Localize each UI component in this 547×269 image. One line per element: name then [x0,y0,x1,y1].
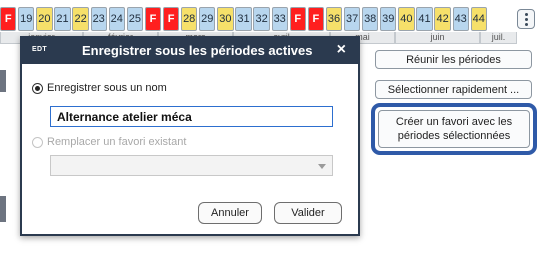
week-cell[interactable]: 43 [452,7,469,31]
week-cell[interactable]: 22 [72,7,89,31]
week-cell[interactable]: 30 [217,7,234,31]
option-save-label: Enregistrer sous un nom [47,82,167,94]
month-label: juin [395,32,480,44]
more-options-button[interactable] [517,9,535,29]
week-cell[interactable]: 32 [253,7,270,31]
week-cell[interactable]: 38 [362,7,379,31]
cancel-button[interactable]: Annuler [198,202,262,224]
option-save-as-name[interactable]: Enregistrer sous un nom [32,82,167,94]
week-cell[interactable]: 20 [36,7,53,31]
week-cell[interactable]: 40 [398,7,415,31]
week-cell[interactable]: F [307,7,325,31]
week-cell[interactable]: 21 [54,7,71,31]
week-cell[interactable]: 19 [18,7,35,31]
week-cell[interactable]: 31 [235,7,252,31]
app-badge: EDT [32,46,47,53]
selection-rapide-button[interactable]: Sélectionner rapidement ... [375,80,532,99]
week-cell[interactable]: F [289,7,306,31]
week-cell[interactable]: 25 [126,7,144,31]
month-label: juil. [480,32,517,44]
favorites-dropdown[interactable] [50,155,333,176]
week-cell[interactable]: 29 [199,7,216,31]
week-cell[interactable]: 36 [325,7,343,31]
vertical-ellipsis-icon [524,12,528,16]
week-cell[interactable]: 24 [108,7,125,31]
dialog-titlebar: EDT Enregistrer sous les périodes active… [22,38,358,64]
week-cell[interactable]: 33 [271,7,288,31]
dialog-title: Enregistrer sous les périodes actives [82,43,313,58]
week-cell[interactable]: 23 [90,7,107,31]
save-periods-dialog: EDT Enregistrer sous les périodes active… [20,36,360,236]
validate-button[interactable]: Valider [274,202,342,224]
chevron-down-icon [318,164,326,169]
option-replace-favorite[interactable]: Remplacer un favori existant [32,136,186,148]
grid-edge [0,70,6,92]
reunir-periodes-button[interactable]: Réunir les périodes [375,50,532,69]
create-favorite-button[interactable]: Créer un favori avec les périodes sélect… [378,110,530,148]
radio-selected-icon[interactable] [32,82,43,94]
week-cell[interactable]: 41 [416,7,433,31]
week-cell[interactable]: F [162,7,180,31]
week-cell[interactable]: F [0,7,17,31]
favorite-name-input[interactable] [50,106,333,127]
week-cell[interactable]: 28 [181,7,198,31]
week-cell[interactable]: 39 [380,7,397,31]
week-cell[interactable]: 44 [470,7,487,31]
week-cell[interactable]: 37 [343,7,361,31]
radio-disabled-icon[interactable] [32,136,43,148]
week-cell[interactable]: F [144,7,162,31]
grid-edge [0,196,6,222]
week-cell[interactable]: 42 [434,7,451,31]
close-icon[interactable]: × [337,41,346,59]
option-replace-label: Remplacer un favori existant [47,136,187,148]
